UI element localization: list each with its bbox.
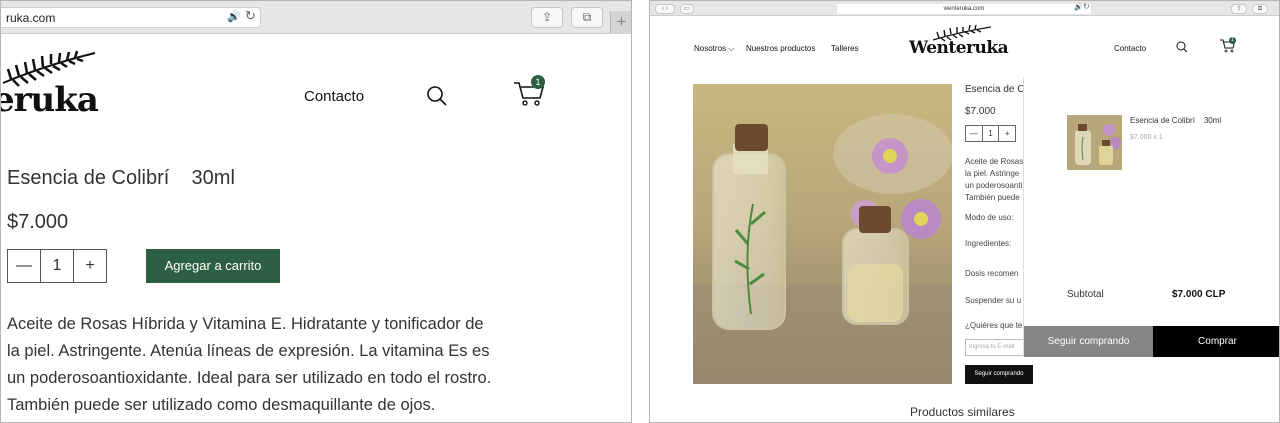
continue-shopping-button[interactable]: Seguir comprando bbox=[1024, 326, 1153, 357]
suspend-label: Suspender su u bbox=[965, 296, 1022, 305]
subscribe-button[interactable]: Seguir comprando bbox=[965, 365, 1033, 384]
product-price: $7.000 bbox=[965, 106, 996, 117]
cart-item-name[interactable]: Esencia de Colibrí 30ml bbox=[1130, 116, 1221, 125]
qty-decrease-button[interactable]: — bbox=[8, 250, 40, 282]
cart-panel: Esencia de Colibrí 30ml $7.000 x 1 Subto… bbox=[1023, 77, 1279, 357]
address-bar[interactable]: wenteruka.com bbox=[837, 4, 1091, 14]
usage-label: Modo de uso: bbox=[965, 213, 1014, 222]
cart-count-badge: 1 bbox=[531, 75, 545, 89]
subtotal-label: Subtotal bbox=[1067, 289, 1104, 300]
nav-contact-link[interactable]: Contacto bbox=[304, 88, 364, 105]
new-tab-icon[interactable]: + bbox=[610, 11, 631, 34]
description-line: un poderosoantioxidante. Ideal para ser … bbox=[7, 369, 492, 387]
reload-icon[interactable]: ↻ bbox=[245, 8, 256, 24]
description-line: También puede bbox=[965, 193, 1020, 202]
description-line: un poderosoanti bbox=[965, 181, 1023, 190]
nav-productos[interactable]: Nuestros productos bbox=[746, 44, 815, 53]
description-line: Aceite de Rosas Híbrida y Vitamina E. Hi… bbox=[7, 315, 484, 333]
newsletter-prompt: ¿Quiéres que te bbox=[965, 321, 1023, 330]
email-field[interactable]: Ingresa tu E-mail bbox=[965, 339, 1025, 356]
tabs-icon[interactable]: ⧉ bbox=[571, 7, 603, 28]
site-logo[interactable]: Wenteruka bbox=[909, 38, 1009, 58]
add-to-cart-button[interactable]: Agregar a carrito bbox=[146, 249, 280, 283]
description-line: la piel. Astringente. Atenúa líneas de e… bbox=[7, 342, 490, 360]
speaker-icon[interactable]: 🔊 bbox=[227, 10, 241, 23]
qty-increase-button[interactable]: + bbox=[73, 250, 106, 282]
nav-contact-link[interactable]: Contacto bbox=[1114, 44, 1146, 53]
nav-talleres[interactable]: Talleres bbox=[831, 44, 859, 53]
description-line: También puede ser utilizado como desmaqu… bbox=[7, 396, 436, 414]
checkout-button[interactable]: Comprar bbox=[1153, 326, 1279, 357]
qty-value[interactable]: 1 bbox=[40, 250, 73, 282]
share-icon[interactable]: ⇪ bbox=[1231, 4, 1247, 14]
subtotal-value: $7.000 CLP bbox=[1172, 289, 1226, 300]
dosage-label: Dosis recomen bbox=[965, 269, 1019, 278]
sidebar-icon[interactable]: ▭ bbox=[680, 4, 694, 14]
product-title: Esencia de Colibrí 30ml bbox=[7, 167, 235, 189]
search-icon[interactable] bbox=[1176, 41, 1188, 53]
chevron-down-icon: ⌵ bbox=[726, 44, 735, 53]
nav-nosotros-label: Nosotros bbox=[694, 44, 727, 53]
share-icon[interactable]: ⇪ bbox=[531, 7, 563, 28]
description-line: Aceite de Rosas bbox=[965, 157, 1024, 166]
left-screenshot: ruka.com 🔊 ↻ ⇪ ⧉ + eruka Contacto 1 Esen… bbox=[0, 0, 632, 423]
back-forward-icon[interactable]: ‹ › bbox=[655, 4, 675, 14]
quantity-stepper: — 1 + bbox=[965, 125, 1016, 142]
cart-item-photo bbox=[1067, 115, 1122, 170]
cart-item-qty: $7.000 x 1 bbox=[1130, 134, 1163, 141]
qty-value[interactable]: 1 bbox=[981, 126, 999, 141]
product-photo bbox=[693, 84, 952, 384]
search-icon[interactable] bbox=[426, 85, 448, 107]
nav-nosotros[interactable]: Nosotros ⌵ bbox=[694, 44, 734, 54]
product-description: Aceite de Rosas la piel. Astringe un pod… bbox=[965, 156, 1025, 204]
similar-products-heading: Productos similares bbox=[910, 405, 1015, 419]
speaker-icon[interactable]: 🔊 bbox=[1074, 3, 1083, 11]
quantity-stepper: — 1 + bbox=[7, 249, 107, 283]
product-title: Esencia de C bbox=[965, 84, 1025, 95]
address-text: ruka.com bbox=[6, 11, 56, 25]
ingredients-label: Ingredientes: bbox=[965, 239, 1012, 248]
qty-decrease-button[interactable]: — bbox=[966, 126, 982, 141]
site-logo[interactable]: eruka bbox=[1, 80, 99, 120]
right-screenshot: ‹ › ▭ wenteruka.com 🔊 ↻ ⇪ ⧉ Nosotros ⌵ N… bbox=[649, 0, 1280, 423]
tabs-icon[interactable]: ⧉ bbox=[1252, 4, 1268, 14]
cart-item-thumbnail bbox=[1067, 115, 1122, 170]
reload-icon[interactable]: ↻ bbox=[1083, 2, 1090, 11]
product-price: $7.000 bbox=[7, 211, 69, 233]
cart-count-badge: 1 bbox=[1229, 37, 1236, 44]
qty-increase-button[interactable]: + bbox=[998, 126, 1015, 141]
description-line: la piel. Astringe bbox=[965, 169, 1020, 178]
product-image bbox=[693, 84, 952, 384]
product-description: Aceite de Rosas Híbrida y Vitamina E. Hi… bbox=[7, 311, 517, 419]
address-bar[interactable]: ruka.com bbox=[1, 7, 261, 28]
